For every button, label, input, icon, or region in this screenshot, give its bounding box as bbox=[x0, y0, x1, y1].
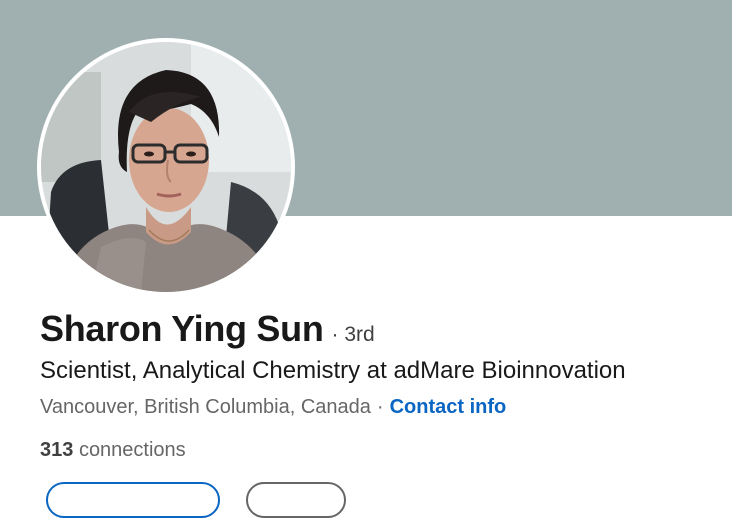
profile-name: Sharon Ying Sun bbox=[40, 308, 324, 349]
profile-headline: Scientist, Analytical Chemistry at adMar… bbox=[40, 357, 626, 384]
profile-location-row: Vancouver, British Columbia, Canada · Cont… bbox=[40, 396, 506, 419]
separator-dot: · bbox=[376, 396, 384, 418]
profile-name-row: Sharon Ying Sun · 3rd bbox=[40, 308, 375, 350]
connections-label: connections bbox=[78, 439, 186, 461]
profile-avatar[interactable] bbox=[37, 38, 295, 296]
primary-action-button[interactable] bbox=[46, 482, 220, 518]
profile-photo-image bbox=[41, 42, 291, 292]
connection-degree-badge: · 3rd bbox=[331, 323, 375, 346]
connections-count[interactable]: 313 connections bbox=[40, 439, 186, 462]
profile-location: Vancouver, British Columbia, Canada bbox=[40, 396, 371, 418]
contact-info-link[interactable]: Contact info bbox=[390, 396, 507, 418]
connections-number: 313 bbox=[40, 439, 74, 461]
secondary-action-button[interactable] bbox=[246, 482, 346, 518]
